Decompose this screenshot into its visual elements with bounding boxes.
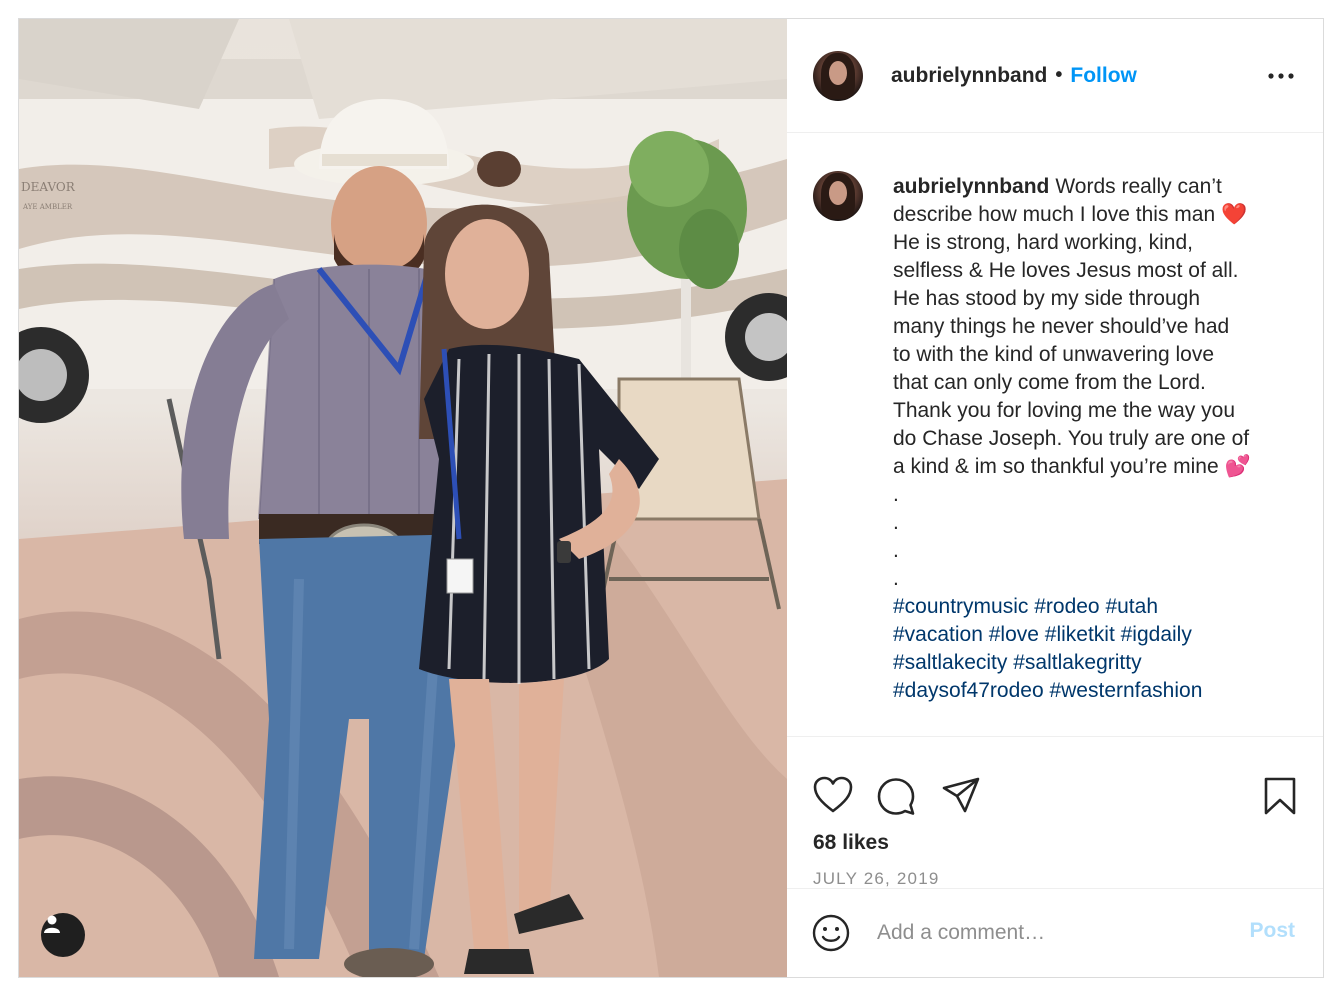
caption-text: aubrielynnband Words really can’t describ… [893, 173, 1307, 705]
header-username[interactable]: aubrielynnband [891, 64, 1047, 88]
caption-line: Words really can’t [1055, 175, 1222, 198]
paper-plane-icon[interactable] [941, 776, 981, 814]
post-header: aubrielynnband • Follow [787, 19, 1323, 133]
post-side-panel: aubrielynnband • Follow aubrielynnband Wo… [787, 19, 1323, 977]
caption-line: He is strong, hard working, kind, [893, 231, 1193, 254]
heart-emoji: ❤️ [1221, 203, 1248, 226]
avatar[interactable] [813, 50, 863, 101]
caption-line: describe how much I love this man [893, 203, 1216, 226]
hashtag-line[interactable]: #saltlakecity #saltlakegritty [893, 649, 1307, 677]
two-hearts-emoji: 💕 [1224, 455, 1251, 478]
caption-line: to with the kind of unwavering love [893, 343, 1215, 366]
caption-line: selfless & He loves Jesus most of all. [893, 259, 1239, 282]
bookmark-icon[interactable] [1263, 776, 1297, 816]
caption-line: that can only come from the Lord. [893, 371, 1206, 394]
caption-dot: . [893, 539, 899, 562]
hashtag-line[interactable]: #daysof47rodeo #westernfashion [893, 677, 1307, 705]
comment-bar: Post [787, 888, 1323, 977]
smiley-icon[interactable] [811, 913, 851, 953]
post-date[interactable]: JULY 26, 2019 [813, 869, 940, 889]
caption-avatar[interactable] [813, 171, 863, 221]
caption-line: He has stood by my side through [893, 287, 1201, 310]
post-comment-button[interactable]: Post [1249, 919, 1295, 943]
caption-line: do Chase Joseph. You truly are one of [893, 427, 1250, 450]
hashtag-line[interactable]: #vacation #love #liketkit #igdaily [893, 621, 1307, 649]
hashtag-line[interactable]: #countrymusic #rodeo #utah [893, 593, 1307, 621]
caption-line: Thank you for loving me the way you [893, 399, 1236, 422]
comment-input[interactable] [877, 917, 1217, 949]
header-separator: • [1055, 64, 1063, 86]
photo-illustration: DEAVOR AYE AMBLER [19, 19, 787, 977]
heart-icon[interactable] [813, 776, 853, 814]
caption-line: a kind & im so thankful you’re mine [893, 455, 1219, 478]
caption-username[interactable]: aubrielynnband [893, 175, 1049, 198]
caption-dot: . [893, 483, 899, 506]
more-horizontal-icon[interactable] [1267, 64, 1295, 88]
caption-line: many things he never should’ve had [893, 315, 1230, 338]
caption-dot: . [893, 511, 899, 534]
caption-dot: . [893, 567, 899, 590]
rv-logo-text: DEAVOR [21, 180, 76, 194]
tagged-users-button[interactable] [41, 913, 85, 957]
post-photo[interactable]: DEAVOR AYE AMBLER [19, 19, 787, 977]
rv-model-text: AYE AMBLER [22, 203, 73, 211]
likes-count[interactable]: 68 likes [813, 831, 889, 855]
caption-area: aubrielynnband Words really can’t describ… [787, 134, 1323, 737]
follow-button[interactable]: Follow [1070, 64, 1137, 88]
comment-icon[interactable] [876, 776, 916, 816]
post-modal: DEAVOR AYE AMBLER aubrielynnband • Follo… [18, 18, 1324, 978]
user-icon [44, 915, 60, 933]
